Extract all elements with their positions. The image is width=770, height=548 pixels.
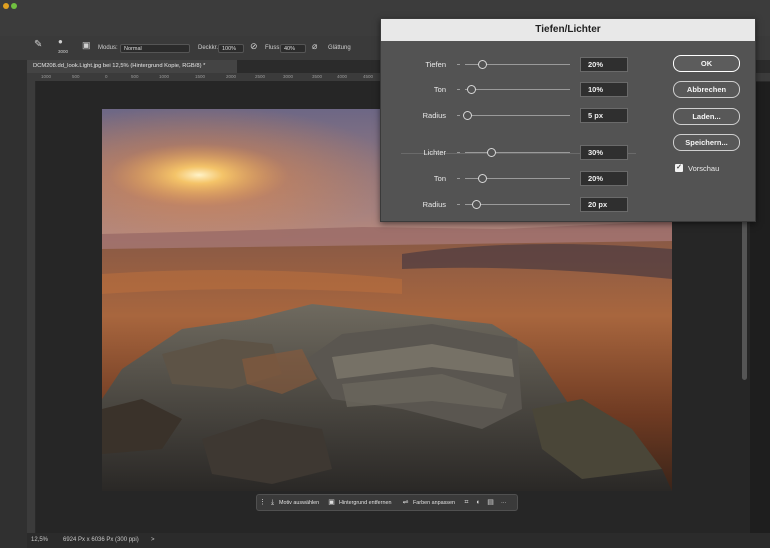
opacity-label: Deckkr.: bbox=[198, 45, 220, 51]
remove-background-button[interactable]: Hintergrund entfernen bbox=[339, 498, 391, 508]
airbrush-icon[interactable]: ⌀ bbox=[312, 41, 317, 52]
slider-label: Lichter bbox=[423, 148, 446, 157]
cancel-button[interactable]: Abbrechen bbox=[673, 81, 740, 98]
crop-icon[interactable]: ⌗ bbox=[463, 499, 470, 506]
brush-settings-icon[interactable]: ▣ bbox=[82, 40, 91, 51]
slider-tick bbox=[457, 178, 460, 179]
ruler-tick: 1000 bbox=[159, 74, 170, 79]
value-field[interactable]: 10% bbox=[580, 82, 628, 97]
save-button[interactable]: Speichern... bbox=[673, 134, 740, 151]
ruler-tick: 1000 bbox=[41, 74, 52, 79]
ruler-tick: 2500 bbox=[255, 74, 266, 79]
slider-label: Tiefen bbox=[425, 60, 446, 69]
mode-select[interactable]: Normal bbox=[120, 44, 190, 53]
slider-label: Radius bbox=[422, 111, 446, 120]
tools-panel bbox=[0, 60, 27, 548]
slider-label: Ton bbox=[433, 85, 446, 94]
value-field[interactable]: 20% bbox=[580, 171, 628, 186]
status-bar: 12,5% 6924 Px x 6036 Px (300 ppi) > bbox=[27, 533, 770, 548]
remove-background-icon: ▣ bbox=[328, 499, 335, 506]
ruler-tick: 500 bbox=[72, 74, 80, 79]
slider-knob[interactable] bbox=[487, 148, 496, 157]
slider-tick bbox=[457, 89, 460, 90]
slider-label: Radius bbox=[422, 200, 446, 209]
shadows-highlights-dialog: Tiefen/Lichter Tiefen 20% Ton 10% Radius… bbox=[380, 18, 756, 222]
vertical-ruler bbox=[27, 81, 36, 533]
flow-label: Fluss: bbox=[265, 45, 282, 51]
image-icon[interactable]: ▤ bbox=[487, 499, 494, 506]
select-subject-icon: ⤓ bbox=[270, 499, 275, 506]
slider-track[interactable] bbox=[465, 115, 570, 116]
slider-knob[interactable] bbox=[463, 111, 472, 120]
brush-size-preset[interactable]: ● bbox=[58, 37, 63, 46]
brush-tool-icon[interactable]: ✎ bbox=[34, 39, 42, 50]
slider-tick bbox=[457, 152, 460, 153]
preview-checkbox[interactable]: ✓ bbox=[675, 164, 683, 172]
ok-button[interactable]: OK bbox=[673, 55, 740, 72]
value-field[interactable]: 20 px bbox=[580, 197, 628, 212]
smoothing-label: Glättung bbox=[328, 45, 351, 51]
ruler-tick: 4500 bbox=[363, 74, 374, 79]
load-button[interactable]: Laden... bbox=[673, 108, 740, 125]
value-field[interactable]: 30% bbox=[580, 145, 628, 160]
flow-field[interactable]: 40% bbox=[280, 44, 306, 53]
opacity-field[interactable]: 100% bbox=[218, 44, 244, 53]
document-dimensions: 6924 Px x 6036 Px (300 ppi) bbox=[63, 537, 139, 543]
window-dot-icon[interactable] bbox=[3, 3, 9, 9]
document-tab[interactable]: DCM208.dd_look.Light.jpg bei 12,5% (Hint… bbox=[27, 60, 237, 73]
ruler-tick: 4000 bbox=[337, 74, 348, 79]
ruler-tick: 2000 bbox=[226, 74, 237, 79]
ruler-tick: 500 bbox=[131, 74, 139, 79]
adjust-colors-icon: ⇌ bbox=[402, 499, 409, 506]
select-subject-button[interactable]: Motiv auswählen bbox=[279, 498, 319, 508]
drag-handle-icon[interactable]: ⋮ bbox=[259, 499, 266, 506]
status-expand-icon[interactable]: > bbox=[151, 537, 155, 543]
slider-knob[interactable] bbox=[467, 85, 476, 94]
ruler-tick: 1500 bbox=[195, 74, 206, 79]
slider-tick bbox=[457, 115, 460, 116]
adjust-colors-button[interactable]: Farben anpassen bbox=[413, 498, 455, 508]
pressure-opacity-icon[interactable]: ⊘ bbox=[250, 41, 258, 52]
slider-track[interactable] bbox=[465, 152, 570, 153]
brush-size-value: 3000 bbox=[58, 49, 69, 54]
slider-tick bbox=[457, 64, 460, 65]
dialog-title: Tiefen/Lichter bbox=[381, 19, 755, 41]
adjustment-icon[interactable]: ◐ bbox=[475, 499, 482, 506]
value-field[interactable]: 5 px bbox=[580, 108, 628, 123]
slider-track[interactable] bbox=[465, 89, 570, 90]
mode-label: Modus: bbox=[98, 45, 118, 51]
contextual-taskbar: ⋮ ⤓ Motiv auswählen ▣ Hintergrund entfer… bbox=[256, 494, 518, 511]
more-options-button[interactable]: ··· bbox=[501, 498, 506, 508]
slider-tick bbox=[457, 204, 460, 205]
slider-knob[interactable] bbox=[478, 174, 487, 183]
ruler-tick: 0 bbox=[105, 74, 108, 79]
window-dot-icon[interactable] bbox=[11, 3, 17, 9]
value-field[interactable]: 20% bbox=[580, 57, 628, 72]
slider-label: Ton bbox=[433, 174, 446, 183]
ruler-tick: 3000 bbox=[283, 74, 294, 79]
ruler-tick: 3500 bbox=[312, 74, 323, 79]
preview-label: Vorschau bbox=[688, 164, 720, 173]
slider-knob[interactable] bbox=[472, 200, 481, 209]
slider-knob[interactable] bbox=[478, 60, 487, 69]
zoom-level[interactable]: 12,5% bbox=[31, 537, 48, 543]
